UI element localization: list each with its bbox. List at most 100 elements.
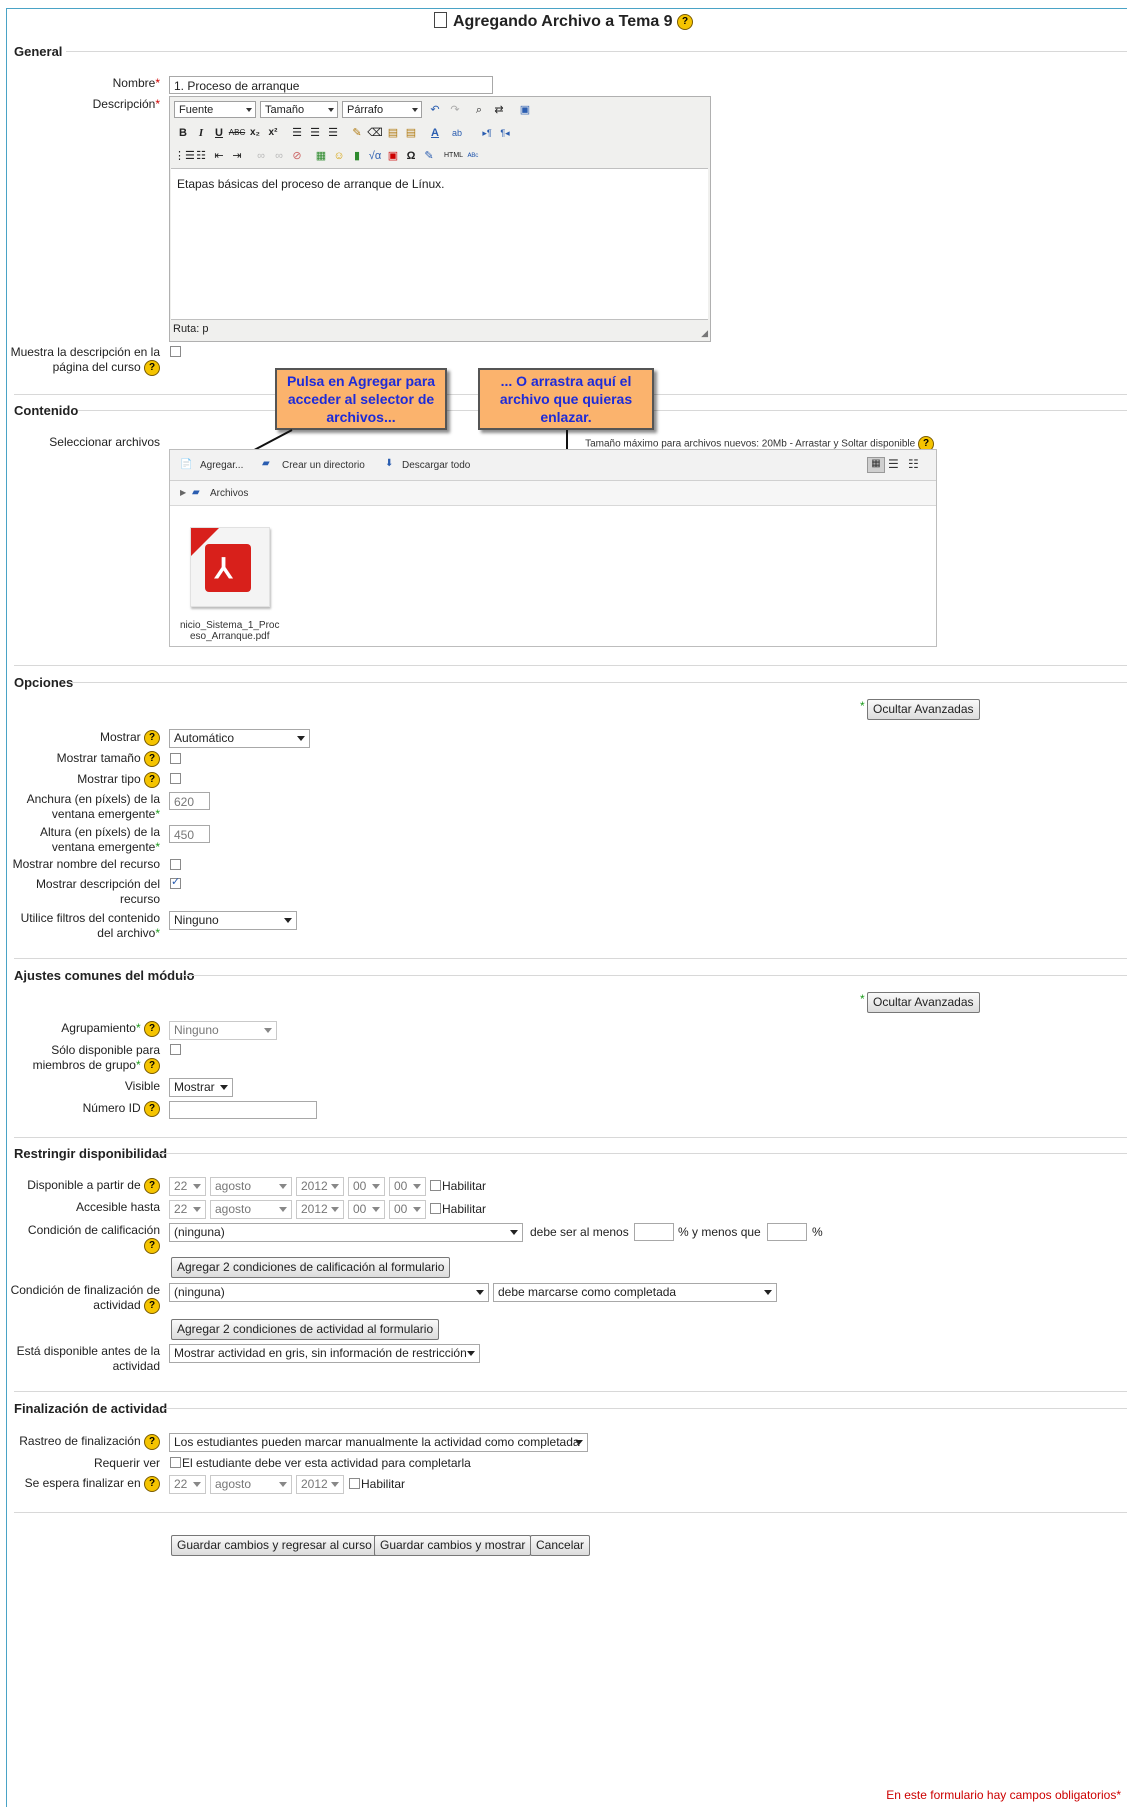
- section-divider: [14, 1137, 1127, 1138]
- max-percent-input[interactable]: [767, 1223, 807, 1241]
- debe-ser-label: debe ser al menos: [530, 1225, 629, 1239]
- numero-id-input[interactable]: [169, 1101, 317, 1119]
- help-icon[interactable]: ?: [144, 1298, 160, 1314]
- hasta-habilitar-label: Habilitar: [442, 1202, 487, 1216]
- icon-view-icon[interactable]: ▦: [867, 457, 885, 473]
- new-folder-icon[interactable]: ▰: [262, 458, 270, 469]
- completada-select[interactable]: debe marcarse como completada: [493, 1283, 777, 1302]
- desde-day-select[interactable]: 22: [169, 1177, 206, 1196]
- hasta-hour-select[interactable]: 00: [348, 1200, 385, 1219]
- ocultar-avanzadas-button-2[interactable]: Ocultar Avanzadas: [867, 992, 980, 1013]
- section-ajustes[interactable]: Ajustes comunes del módulo: [14, 968, 195, 983]
- guardar-mostrar-button[interactable]: Guardar cambios y mostrar: [374, 1535, 532, 1556]
- desde-habilitar-label: Habilitar: [442, 1179, 487, 1193]
- hasta-year-select[interactable]: 2012: [296, 1200, 344, 1219]
- chevron-down-icon: [413, 1207, 421, 1212]
- section-opciones[interactable]: Opciones: [14, 675, 73, 690]
- agregar-button[interactable]: Agregar...: [200, 460, 243, 471]
- altura-label: Altura (en píxels) de la ventana emergen…: [10, 825, 160, 855]
- section-finalizacion[interactable]: Finalización de actividad: [14, 1401, 167, 1416]
- hasta-year-value: 2012: [301, 1202, 328, 1216]
- se-espera-label: Se espera finalizar en ?: [25, 1476, 160, 1492]
- condicion-finalizacion-select[interactable]: (ninguna): [169, 1283, 489, 1302]
- tree-view-icon[interactable]: ☷: [908, 457, 919, 471]
- chevron-down-icon: [279, 1184, 287, 1189]
- mostrar-tamano-label-text: Mostrar tamaño: [56, 751, 141, 766]
- mostrar-tamano-checkbox[interactable]: [170, 753, 181, 764]
- chevron-down-icon: [264, 1028, 272, 1033]
- mostrar-tipo-checkbox[interactable]: [170, 773, 181, 784]
- desde-hour-select[interactable]: 00: [348, 1177, 385, 1196]
- guardar-regresar-button[interactable]: Guardar cambios y regresar al curso: [171, 1535, 378, 1556]
- section-restringir[interactable]: Restringir disponibilidad: [14, 1146, 167, 1161]
- crear-directorio-button[interactable]: Crear un directorio: [282, 460, 365, 471]
- chevron-down-icon: [413, 1184, 421, 1189]
- help-icon[interactable]: ?: [144, 772, 160, 788]
- espera-habilitar-checkbox[interactable]: [349, 1478, 360, 1489]
- descargar-button[interactable]: Descargar todo: [402, 460, 470, 471]
- ocultar-avanzadas-button[interactable]: Ocultar Avanzadas: [867, 699, 980, 720]
- espera-month-select[interactable]: agosto: [210, 1475, 292, 1494]
- help-icon[interactable]: ?: [144, 1178, 160, 1194]
- list-view-icon[interactable]: ☰: [888, 457, 899, 471]
- download-icon[interactable]: ⬇: [385, 458, 393, 469]
- agregar-calificacion-button[interactable]: Agregar 2 condiciones de calificación al…: [171, 1257, 451, 1278]
- mostrar-label-text: Mostrar: [99, 730, 141, 745]
- file-manager[interactable]: 📄 Agregar... ▰ Crear un directorio ⬇ Des…: [169, 449, 937, 647]
- chevron-down-icon: [193, 1184, 201, 1189]
- desde-minute-select[interactable]: 00: [389, 1177, 426, 1196]
- section-divider: [183, 975, 1127, 976]
- help-icon[interactable]: ?: [144, 751, 160, 767]
- hasta-day-select[interactable]: 22: [169, 1200, 206, 1219]
- desde-month-select[interactable]: agosto: [210, 1177, 292, 1196]
- required-fields-note-text: En este formulario hay campos obligatori…: [886, 1788, 1117, 1802]
- rastreo-select[interactable]: Los estudiantes pueden marcar manualment…: [169, 1433, 588, 1452]
- desde-year-select[interactable]: 2012: [296, 1177, 344, 1196]
- help-icon[interactable]: ?: [144, 1476, 160, 1492]
- expand-arrow-icon[interactable]: ▶: [180, 488, 186, 497]
- desde-habilitar-checkbox[interactable]: [430, 1180, 441, 1191]
- espera-year-select[interactable]: 2012: [296, 1475, 344, 1494]
- cancelar-button[interactable]: Cancelar: [530, 1535, 591, 1556]
- help-icon[interactable]: ?: [144, 1021, 160, 1037]
- min-percent-input[interactable]: [634, 1223, 674, 1241]
- agregar-actividad-button[interactable]: Agregar 2 condiciones de actividad al fo…: [171, 1319, 440, 1340]
- mostrar-nombre-checkbox[interactable]: [170, 859, 181, 870]
- hasta-minute-select[interactable]: 00: [389, 1200, 426, 1219]
- pdf-file-icon[interactable]: ⅄: [190, 527, 270, 607]
- hasta-month-value: agosto: [215, 1202, 252, 1216]
- espera-day-value: 22: [174, 1477, 188, 1491]
- mostrar-nombre-label: Mostrar nombre del recurso: [12, 857, 160, 871]
- help-icon[interactable]: ?: [144, 1101, 160, 1117]
- section-divider: [14, 665, 1127, 666]
- condicion-calificacion-select[interactable]: (ninguna): [169, 1223, 523, 1242]
- condicion-finalizacion-label: Condición de finalización de actividad ?: [10, 1283, 160, 1314]
- requerir-ver-checkbox[interactable]: [170, 1457, 181, 1468]
- chevron-down-icon: [764, 1290, 772, 1295]
- disponible-antes-select[interactable]: Mostrar actividad en gris, sin informaci…: [169, 1344, 480, 1363]
- pdf-acrobat-icon: ⅄: [215, 553, 233, 584]
- solo-disponible-checkbox[interactable]: [170, 1044, 181, 1055]
- condicion-calificacion-label: Condición de calificación?: [10, 1223, 160, 1254]
- hasta-habilitar-checkbox[interactable]: [430, 1203, 441, 1214]
- help-icon[interactable]: ?: [144, 730, 160, 746]
- mostrar-descripcion-checkbox[interactable]: [170, 875, 181, 889]
- section-divider: [160, 1153, 1127, 1154]
- help-icon[interactable]: ?: [144, 1238, 160, 1254]
- folder-archivos[interactable]: Archivos: [210, 488, 248, 499]
- hasta-month-select[interactable]: agosto: [210, 1200, 292, 1219]
- anchura-input[interactable]: 620: [169, 792, 210, 810]
- add-file-icon[interactable]: 📄: [180, 459, 192, 470]
- mostrar-select[interactable]: Automático: [169, 729, 310, 748]
- espera-day-select[interactable]: 22: [169, 1475, 206, 1494]
- altura-input[interactable]: 450: [169, 825, 210, 843]
- completada-value: debe marcarse como completada: [498, 1285, 677, 1299]
- advanced-mark: *: [860, 699, 865, 713]
- filtros-select[interactable]: Ninguno: [169, 911, 297, 930]
- help-icon[interactable]: ?: [144, 1434, 160, 1450]
- visible-select[interactable]: Mostrar: [169, 1078, 233, 1097]
- help-icon[interactable]: ?: [144, 1058, 160, 1074]
- pdf-file-name[interactable]: nicio_Sistema_1_Proc eso_Arranque.pdf: [180, 620, 280, 642]
- agrupamiento-select[interactable]: Ninguno: [169, 1021, 277, 1040]
- hasta-minute-value: 00: [394, 1202, 408, 1216]
